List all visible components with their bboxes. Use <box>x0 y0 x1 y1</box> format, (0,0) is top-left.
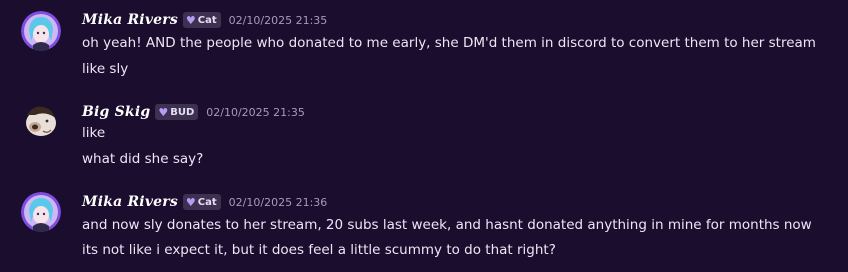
timestamp[interactable]: 02/10/2025 21:35 <box>229 14 328 27</box>
username[interactable]: Big Skig <box>82 104 150 120</box>
message-header: Big Skig ♥ BUD 02/10/2025 21:35 <box>82 102 305 122</box>
user-tag[interactable]: ♥ BUD <box>155 104 199 120</box>
tag-label: Cat <box>197 14 217 26</box>
heart-icon: ♥ <box>158 105 169 119</box>
message-header: Mika Rivers ♥ Cat 02/10/2025 21:35 <box>82 10 327 30</box>
message-header: Mika Rivers ♥ Cat 02/10/2025 21:36 <box>82 192 327 212</box>
message-text: and now sly donates to her stream, 20 su… <box>82 217 812 233</box>
timestamp[interactable]: 02/10/2025 21:35 <box>206 106 305 119</box>
tag-label: BUD <box>170 106 195 118</box>
message-text: oh yeah! AND the people who donated to m… <box>82 35 816 51</box>
avatar[interactable] <box>21 11 61 51</box>
username[interactable]: Mika Rivers <box>82 194 178 210</box>
username[interactable]: Mika Rivers <box>82 12 178 28</box>
message-text: its not like i expect it, but it does fe… <box>82 242 556 258</box>
heart-icon: ♥ <box>185 195 196 209</box>
chat-message-list: Mika Rivers ♥ Cat 02/10/2025 21:35 oh ye… <box>0 0 848 272</box>
avatar[interactable] <box>21 101 61 141</box>
heart-icon: ♥ <box>185 13 196 27</box>
message-text: what did she say? <box>82 151 204 167</box>
user-tag[interactable]: ♥ Cat <box>182 12 221 28</box>
avatar[interactable] <box>21 192 61 232</box>
user-tag[interactable]: ♥ Cat <box>182 194 221 210</box>
tag-label: Cat <box>197 196 217 208</box>
message-text: like sly <box>82 61 129 77</box>
timestamp[interactable]: 02/10/2025 21:36 <box>229 196 328 209</box>
message-text: like <box>82 125 106 141</box>
